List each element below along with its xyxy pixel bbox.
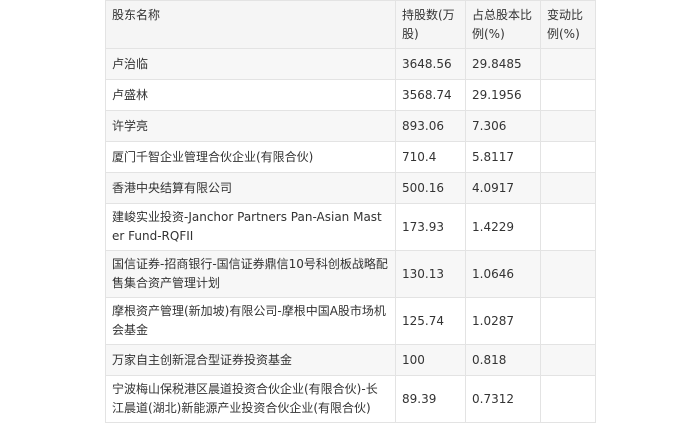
- table-row: 卢盛林 3568.74 29.1956: [105, 79, 596, 111]
- holder-shares: 125.74: [395, 297, 466, 345]
- holder-ratio: 0.7312: [465, 375, 541, 423]
- holder-name: 卢盛林: [105, 79, 396, 111]
- holder-change: [540, 375, 596, 423]
- holder-shares: 3648.56: [395, 48, 466, 80]
- table-row: 宁波梅山保税港区晨道投资合伙企业(有限合伙)-长江晨道(湖北)新能源产业投资合伙…: [105, 375, 596, 423]
- holder-ratio: 1.4229: [465, 203, 541, 251]
- holder-change: [540, 297, 596, 345]
- holder-shares: 710.4: [395, 141, 466, 173]
- holder-name: 厦门千智企业管理合伙企业(有限合伙): [105, 141, 396, 173]
- holder-ratio: 5.8117: [465, 141, 541, 173]
- holder-ratio: 1.0287: [465, 297, 541, 345]
- header-share-ratio: 占总股本比例(%): [465, 0, 541, 49]
- holder-change: [540, 79, 596, 111]
- holder-ratio: 29.8485: [465, 48, 541, 80]
- holder-ratio: 4.0917: [465, 172, 541, 204]
- header-shares: 持股数(万股): [395, 0, 466, 49]
- holder-shares: 89.39: [395, 375, 466, 423]
- table-header-row: 股东名称 持股数(万股) 占总股本比例(%) 变动比例(%): [105, 0, 596, 49]
- holder-shares: 173.93: [395, 203, 466, 251]
- table-row: 卢治临 3648.56 29.8485: [105, 48, 596, 80]
- holder-shares: 130.13: [395, 250, 466, 298]
- holder-change: [540, 110, 596, 142]
- table-row: 摩根资产管理(新加坡)有限公司-摩根中国A股市场机会基金 125.74 1.02…: [105, 297, 596, 345]
- holder-change: [540, 203, 596, 251]
- holder-shares: 3568.74: [395, 79, 466, 111]
- holder-name: 万家自主创新混合型证券投资基金: [105, 344, 396, 376]
- header-change-ratio: 变动比例(%): [540, 0, 596, 49]
- holder-change: [540, 172, 596, 204]
- holder-ratio: 7.306: [465, 110, 541, 142]
- holder-ratio: 0.818: [465, 344, 541, 376]
- holder-shares: 100: [395, 344, 466, 376]
- holder-name: 许学亮: [105, 110, 396, 142]
- table-row: 许学亮 893.06 7.306: [105, 110, 596, 142]
- holder-shares: 500.16: [395, 172, 466, 204]
- table-row: 国信证券-招商银行-国信证券鼎信10号科创板战略配售集合资产管理计划 130.1…: [105, 250, 596, 298]
- table-row: 厦门千智企业管理合伙企业(有限合伙) 710.4 5.8117: [105, 141, 596, 173]
- holder-name: 宁波梅山保税港区晨道投资合伙企业(有限合伙)-长江晨道(湖北)新能源产业投资合伙…: [105, 375, 396, 423]
- holder-change: [540, 141, 596, 173]
- holder-name: 香港中央结算有限公司: [105, 172, 396, 204]
- holder-name: 摩根资产管理(新加坡)有限公司-摩根中国A股市场机会基金: [105, 297, 396, 345]
- holder-ratio: 1.0646: [465, 250, 541, 298]
- table-row: 万家自主创新混合型证券投资基金 100 0.818: [105, 344, 596, 376]
- holder-name: 卢治临: [105, 48, 396, 80]
- holder-shares: 893.06: [395, 110, 466, 142]
- holder-ratio: 29.1956: [465, 79, 541, 111]
- table-row: 香港中央结算有限公司 500.16 4.0917: [105, 172, 596, 204]
- table-row: 建峻实业投资-Janchor Partners Pan-Asian Master…: [105, 203, 596, 251]
- holder-name: 国信证券-招商银行-国信证券鼎信10号科创板战略配售集合资产管理计划: [105, 250, 396, 298]
- holder-change: [540, 48, 596, 80]
- holder-change: [540, 344, 596, 376]
- shareholder-table: 股东名称 持股数(万股) 占总股本比例(%) 变动比例(%) 卢治临 3648.…: [105, 0, 596, 423]
- holder-change: [540, 250, 596, 298]
- holder-name: 建峻实业投资-Janchor Partners Pan-Asian Master…: [105, 203, 396, 251]
- header-holder-name: 股东名称: [105, 0, 396, 49]
